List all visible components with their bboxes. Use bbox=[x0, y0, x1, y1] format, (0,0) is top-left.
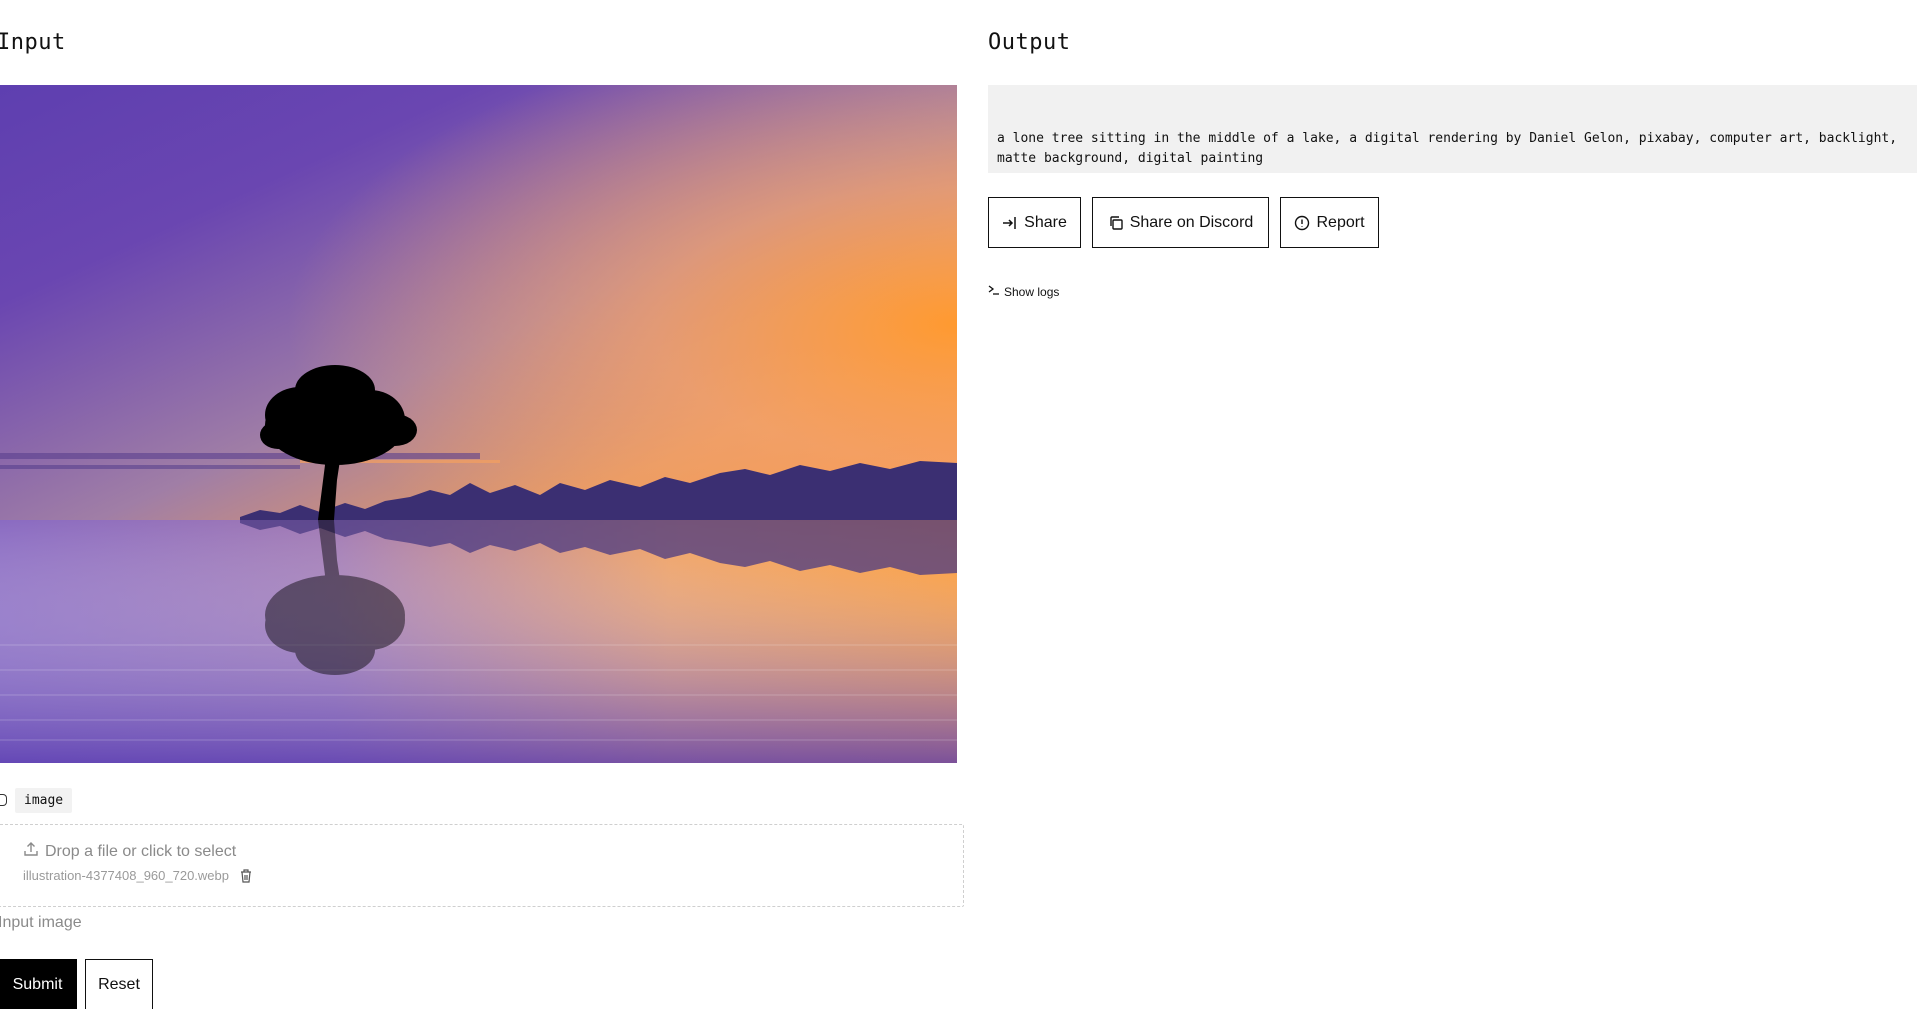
param-name-chip: image bbox=[15, 787, 73, 813]
submit-button[interactable]: Submit bbox=[0, 959, 77, 1009]
discord-label: Share on Discord bbox=[1129, 213, 1254, 231]
output-section-title: Output bbox=[988, 30, 1071, 55]
alert-circle-icon bbox=[1294, 215, 1310, 231]
show-logs-toggle[interactable]: Show logs bbox=[988, 284, 1059, 299]
dropzone-hint-text: Drop a file or click to select bbox=[45, 842, 237, 860]
input-image-preview bbox=[0, 85, 957, 763]
input-caption: Input image bbox=[0, 914, 82, 931]
selected-file-name: illustration-4377408_960_720.webp bbox=[23, 868, 229, 883]
page: Input Output image Drop a file or click … bbox=[0, 0, 1917, 1009]
show-logs-label: Show logs bbox=[1004, 284, 1060, 299]
share-button[interactable]: Share bbox=[988, 197, 1081, 248]
output-text: a lone tree sitting in the middle of a l… bbox=[988, 85, 1917, 173]
image-param-label: image bbox=[0, 786, 73, 814]
share-label: Share bbox=[1024, 213, 1067, 231]
file-dropzone[interactable]: Drop a file or click to select illustrat… bbox=[0, 824, 964, 907]
share-on-discord-button[interactable]: Share on Discord bbox=[1092, 197, 1269, 248]
dropzone-hint: Drop a file or click to select bbox=[23, 841, 236, 862]
sunset-lake-illustration bbox=[0, 85, 957, 763]
report-label: Report bbox=[1316, 213, 1365, 231]
reset-button[interactable]: Reset bbox=[85, 959, 153, 1009]
report-button[interactable]: Report bbox=[1280, 197, 1379, 248]
copy-icon bbox=[1108, 215, 1124, 231]
share-icon bbox=[1002, 215, 1018, 231]
trash-icon[interactable] bbox=[239, 868, 253, 883]
file-icon bbox=[0, 794, 7, 806]
terminal-icon bbox=[988, 284, 1000, 299]
selected-file: illustration-4377408_960_720.webp bbox=[23, 868, 253, 883]
input-section-title: Input bbox=[0, 30, 66, 55]
upload-icon bbox=[23, 841, 39, 862]
